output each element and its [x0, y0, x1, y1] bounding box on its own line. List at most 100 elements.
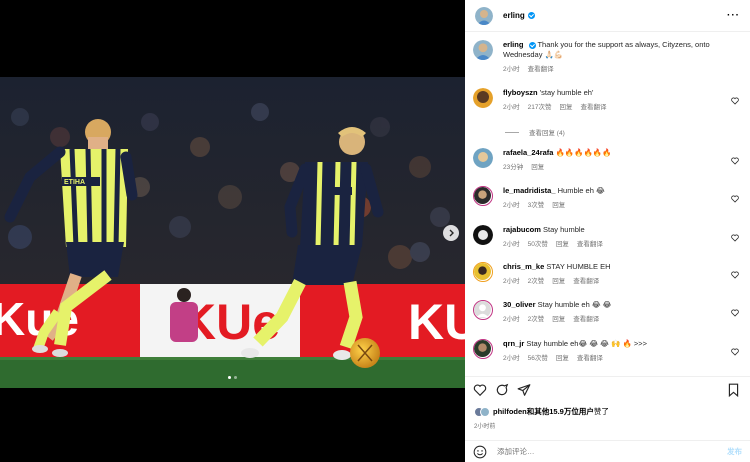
- caption: erling Thank you for the support as alwa…: [473, 40, 743, 73]
- comment-time: 2小时: [503, 278, 520, 285]
- view-replies-label[interactable]: 查看回复 (4): [529, 127, 565, 137]
- carousel-dot-1: [228, 376, 231, 379]
- shirt-text-left: ETIHA: [64, 179, 85, 186]
- caption-author[interactable]: erling: [503, 40, 523, 49]
- translate-link[interactable]: 查看翻译: [573, 278, 599, 285]
- comment-item: qrn_jr Stay humble eh😂 😂 😂 🙌 🔥 >>> 2小时 56…: [473, 339, 743, 362]
- comments-panel: erling ··· erling Thank you for the supp…: [465, 0, 750, 462]
- commenter-name[interactable]: chris_m_ke: [503, 262, 544, 271]
- like-comment-heart-icon[interactable]: [731, 304, 739, 322]
- more-options-icon[interactable]: ···: [727, 10, 740, 21]
- translate-link[interactable]: 查看翻译: [577, 355, 603, 362]
- comment-likes[interactable]: 56次赞: [528, 355, 548, 362]
- commenter-avatar[interactable]: [473, 339, 493, 359]
- comment-time: 2小时: [503, 202, 520, 209]
- board-text-right: KU: [408, 294, 465, 350]
- translate-link[interactable]: 查看翻译: [580, 104, 606, 111]
- like-comment-heart-icon[interactable]: [731, 152, 739, 170]
- likes-summary: philfoden 和其他15.9万位用户 赞了: [474, 406, 609, 417]
- commenter-avatar[interactable]: [473, 148, 493, 168]
- comment-text: 'stay humble eh': [539, 88, 594, 97]
- add-comment-input[interactable]: [497, 447, 697, 456]
- comment-item: chris_m_ke STAY HUMBLE EH 2小时 2次赞 回复 查看翻译: [473, 262, 743, 285]
- reply-button[interactable]: 回复: [552, 278, 565, 285]
- reply-button[interactable]: 回复: [531, 164, 544, 171]
- comment-likes[interactable]: 3次赞: [528, 202, 545, 209]
- commenter-avatar[interactable]: [473, 88, 493, 108]
- comment-item: rajabucom Stay humble 2小时 50次赞 回复 查看翻译: [473, 225, 743, 248]
- carousel-dot-2: [234, 376, 237, 379]
- liker-avatar[interactable]: [480, 406, 490, 417]
- comment-time: 2小时: [503, 316, 520, 323]
- share-plane-icon[interactable]: [517, 383, 531, 397]
- comment-time: 2小时: [503, 355, 520, 362]
- view-replies-link[interactable]: 查看回复 (4): [505, 127, 565, 137]
- post-header: erling ···: [465, 0, 750, 32]
- likes-suffix: 赞了: [593, 407, 609, 416]
- author-name[interactable]: erling: [503, 11, 525, 20]
- verified-badge-icon: [527, 12, 535, 19]
- post-photo: Kue KUe KU ETIHA: [0, 77, 465, 388]
- reply-button[interactable]: 回复: [552, 202, 565, 209]
- post-comment-button[interactable]: 发布: [727, 446, 742, 457]
- comment-text: STAY HUMBLE EH: [546, 262, 611, 271]
- next-slide-button[interactable]: [443, 225, 459, 241]
- comment-text: Humble eh 😂: [557, 186, 605, 195]
- commenter-name[interactable]: rajabucom: [503, 225, 541, 234]
- post-viewer: Kue KUe KU ETIHA erling ··· erling Thank…: [0, 0, 750, 462]
- like-comment-heart-icon[interactable]: [731, 92, 739, 110]
- comment-text: Stay humble eh 😂 😂: [537, 300, 612, 309]
- author-avatar[interactable]: [475, 6, 493, 25]
- like-comment-heart-icon[interactable]: [731, 266, 739, 284]
- commenter-name[interactable]: qrn_jr: [503, 339, 524, 348]
- comment-text: Stay humble: [543, 225, 585, 234]
- comment-item: flyboyszn 'stay humble eh' 2小时 217次赞 回复 查看翻…: [473, 88, 743, 111]
- comment-time: 2小时: [503, 104, 520, 111]
- like-comment-heart-icon[interactable]: [731, 343, 739, 361]
- commenter-name[interactable]: le_madridista_: [503, 186, 556, 195]
- likes-user[interactable]: philfoden: [493, 407, 527, 416]
- comment-item: 30_oliver Stay humble eh 😂 😂 2小时 2次赞 回复 查看翻…: [473, 300, 743, 323]
- comment-likes[interactable]: 217次赞: [528, 104, 552, 111]
- reply-button[interactable]: 回复: [556, 355, 569, 362]
- commenter-avatar[interactable]: [473, 225, 493, 245]
- translate-link[interactable]: 查看翻译: [577, 241, 603, 248]
- commenter-name[interactable]: 30_oliver: [503, 300, 536, 309]
- commenter-avatar[interactable]: [473, 262, 493, 282]
- chevron-right-icon: [449, 229, 454, 237]
- reply-button[interactable]: 回复: [559, 104, 572, 111]
- bookmark-icon[interactable]: [727, 383, 740, 397]
- comment-likes[interactable]: 2次赞: [528, 316, 545, 323]
- comment-item: rafaela_24rafa 🔥🔥🔥🔥🔥🔥 23分钟 回复: [473, 148, 743, 171]
- comment-time: 2小时: [503, 241, 520, 248]
- like-comment-heart-icon[interactable]: [731, 229, 739, 247]
- like-heart-icon[interactable]: [473, 383, 487, 397]
- media-area: Kue KUe KU ETIHA: [0, 0, 465, 462]
- comment-text: 🔥🔥🔥🔥🔥🔥: [555, 148, 612, 157]
- carousel-dots: [0, 376, 465, 379]
- comment-item: le_madridista_ Humble eh 😂 2小时 3次赞 回复: [473, 186, 743, 209]
- commenter-name[interactable]: rafaela_24rafa: [503, 148, 553, 157]
- commenter-name[interactable]: flyboyszn: [503, 88, 538, 97]
- comment-likes[interactable]: 50次赞: [528, 241, 548, 248]
- comments-list: erling Thank you for the support as alwa…: [465, 40, 750, 370]
- caption-time: 2小时: [503, 66, 520, 73]
- like-comment-heart-icon[interactable]: [731, 190, 739, 208]
- caption-avatar[interactable]: [473, 40, 493, 60]
- verified-badge-icon: [528, 41, 536, 49]
- comment-likes[interactable]: 2次赞: [528, 278, 545, 285]
- likes-count[interactable]: 和其他15.9万位用户: [527, 406, 594, 417]
- comment-time: 23分钟: [503, 164, 524, 171]
- action-bar: [465, 376, 750, 402]
- comment-bubble-icon[interactable]: [495, 383, 509, 397]
- caption-translate-link[interactable]: 查看翻译: [528, 66, 554, 73]
- emoji-icon[interactable]: [473, 445, 487, 459]
- reply-button[interactable]: 回复: [556, 241, 569, 248]
- translate-link[interactable]: 查看翻译: [573, 316, 599, 323]
- commenter-avatar[interactable]: [473, 186, 493, 206]
- post-time: 2小时前: [474, 424, 496, 430]
- reply-button[interactable]: 回复: [552, 316, 565, 323]
- commenter-avatar[interactable]: [473, 300, 493, 320]
- comment-text: Stay humble eh😂 😂 😂 🙌 🔥 >>>: [526, 339, 648, 348]
- add-comment-bar: 发布: [465, 440, 750, 462]
